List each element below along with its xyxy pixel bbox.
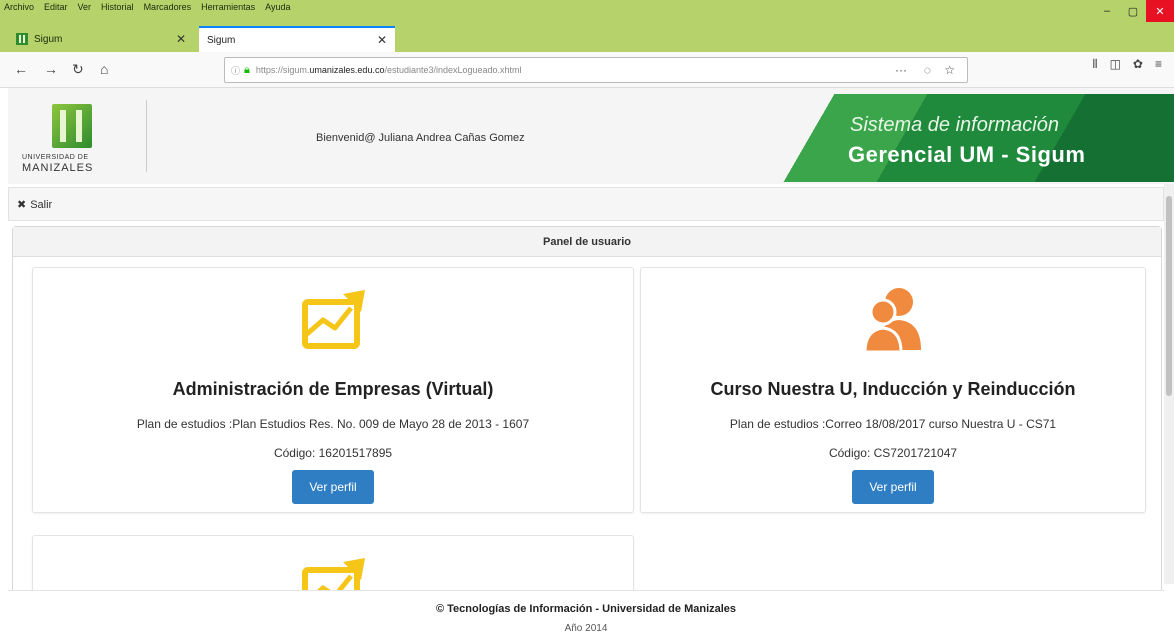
sidebar-icon[interactable]: ◫ (1110, 57, 1121, 72)
footer-copyright: © Tecnologías de Información - Universid… (435, 603, 737, 615)
site-info-icon[interactable]: ⓘ (231, 64, 240, 77)
university-logo[interactable]: UNIVERSIDAD DE MANIZALES (22, 104, 132, 174)
logo-line1: UNIVERSIDAD DE (22, 154, 89, 161)
system-banner: Sistema de información Gerencial UM - Si… (760, 94, 1174, 182)
view-profile-button[interactable]: Ver perfil (852, 470, 934, 504)
library-icon[interactable]: ⫴ (1093, 57, 1098, 72)
tab-title: Sigum (34, 33, 63, 45)
menu-marcadores[interactable]: Marcadores (144, 2, 192, 18)
study-plan: Plan de estudios :Plan Estudios Res. No.… (136, 417, 530, 431)
reload-icon[interactable]: ↻ (72, 61, 84, 77)
users-icon (853, 284, 933, 354)
maximize-button[interactable]: ▢ (1120, 0, 1146, 22)
page-toolbar: ✖ Salir (8, 187, 1164, 221)
page-scrollbar[interactable] (1164, 184, 1174, 584)
tab-close-icon[interactable]: ✕ (176, 32, 186, 46)
browser-toolbar-actions: ⫴ ◫ ✿ ≡ (1093, 57, 1162, 72)
chart-icon (293, 284, 373, 354)
program-card: Curso Nuestra U, Inducción y Reinducción… (640, 267, 1146, 513)
menu-editar[interactable]: Editar (44, 2, 68, 18)
minimize-button[interactable]: – (1094, 0, 1120, 22)
close-window-button[interactable]: ✕ (1146, 0, 1174, 22)
welcome-message: Bienvenid@ Juliana Andrea Cañas Gomez (316, 132, 525, 144)
program-name: Curso Nuestra U, Inducción y Reinducción (710, 379, 1076, 399)
page-actions-icon[interactable]: ··· (895, 63, 907, 77)
program-name: Administración de Empresas (Virtual) (172, 379, 494, 399)
url-bar[interactable]: ⓘ 🔒︎ https://sigum. umanizales.edu.co/est… (224, 57, 968, 83)
footer-year: Año 2014 (564, 623, 608, 632)
menu-ayuda[interactable]: Ayuda (265, 2, 290, 18)
extension-icon[interactable]: ✿ (1133, 57, 1143, 72)
tab-sigum-1[interactable]: Sigum ✕ (8, 26, 194, 52)
window-controls: – ▢ ✕ (1094, 0, 1174, 22)
panel-title: Panel de usuario (13, 227, 1161, 257)
tab-close-icon[interactable]: ✕ (377, 33, 387, 47)
pocket-icon[interactable]: ◌ (924, 63, 931, 77)
user-panel: Panel de usuario Administración de Empre… (12, 226, 1162, 632)
program-code: Código: 16201517895 (273, 446, 393, 460)
program-card: Administración de Empresas (Virtual) Pla… (32, 267, 634, 513)
browser-menu-bar: Archivo Editar Ver Historial Marcadores … (4, 2, 290, 18)
back-icon[interactable]: ← (14, 61, 28, 77)
browser-titlebar: Archivo Editar Ver Historial Marcadores … (0, 0, 1174, 67)
program-code: Código: CS7201721047 (828, 446, 958, 460)
url-domain: umanizales.edu.co (309, 65, 385, 75)
logout-button[interactable]: ✖ Salir (17, 198, 53, 212)
tab-title: Sigum (207, 34, 236, 46)
url-prefix: https://sigum. (255, 65, 310, 75)
close-icon: ✖ (17, 199, 27, 211)
header-divider (146, 100, 147, 172)
menu-herramientas[interactable]: Herramientas (201, 2, 255, 18)
hamburger-menu-icon[interactable]: ≡ (1155, 57, 1162, 72)
url-path: /estudiante3/indexLogueado.xhtml (384, 65, 522, 75)
menu-archivo[interactable]: Archivo (4, 2, 34, 18)
forward-icon[interactable]: → (44, 61, 58, 77)
menu-historial[interactable]: Historial (101, 2, 134, 18)
logout-label: Salir (30, 198, 53, 211)
view-profile-button[interactable]: Ver perfil (292, 470, 374, 504)
favicon-icon (16, 33, 28, 45)
lock-icon: 🔒︎ (244, 63, 250, 76)
tab-sigum-2[interactable]: Sigum ✕ (199, 26, 395, 52)
scroll-thumb[interactable] (1166, 196, 1172, 396)
page-footer: © Tecnologías de Información - Universid… (8, 590, 1164, 632)
banner-line2: Gerencial UM - Sigum (848, 142, 1086, 167)
study-plan: Plan de estudios :Correo 18/08/2017 curs… (729, 417, 1057, 431)
banner-line1: Sistema de información (850, 114, 1059, 136)
tab-strip: Sigum ✕ Sigum ✕ + (0, 22, 1174, 67)
navigation-bar: ← → ↻ ⌂ ⓘ 🔒︎ https://sigum. umanizales.ed… (0, 52, 1174, 88)
logo-mark-icon (52, 104, 92, 148)
bookmark-star-icon[interactable]: ☆ (944, 63, 955, 77)
home-icon[interactable]: ⌂ (100, 61, 108, 77)
page-header: UNIVERSIDAD DE MANIZALES Bienvenid@ Juli… (8, 88, 1174, 184)
logo-line2: MANIZALES (22, 162, 94, 174)
menu-ver[interactable]: Ver (78, 2, 92, 18)
